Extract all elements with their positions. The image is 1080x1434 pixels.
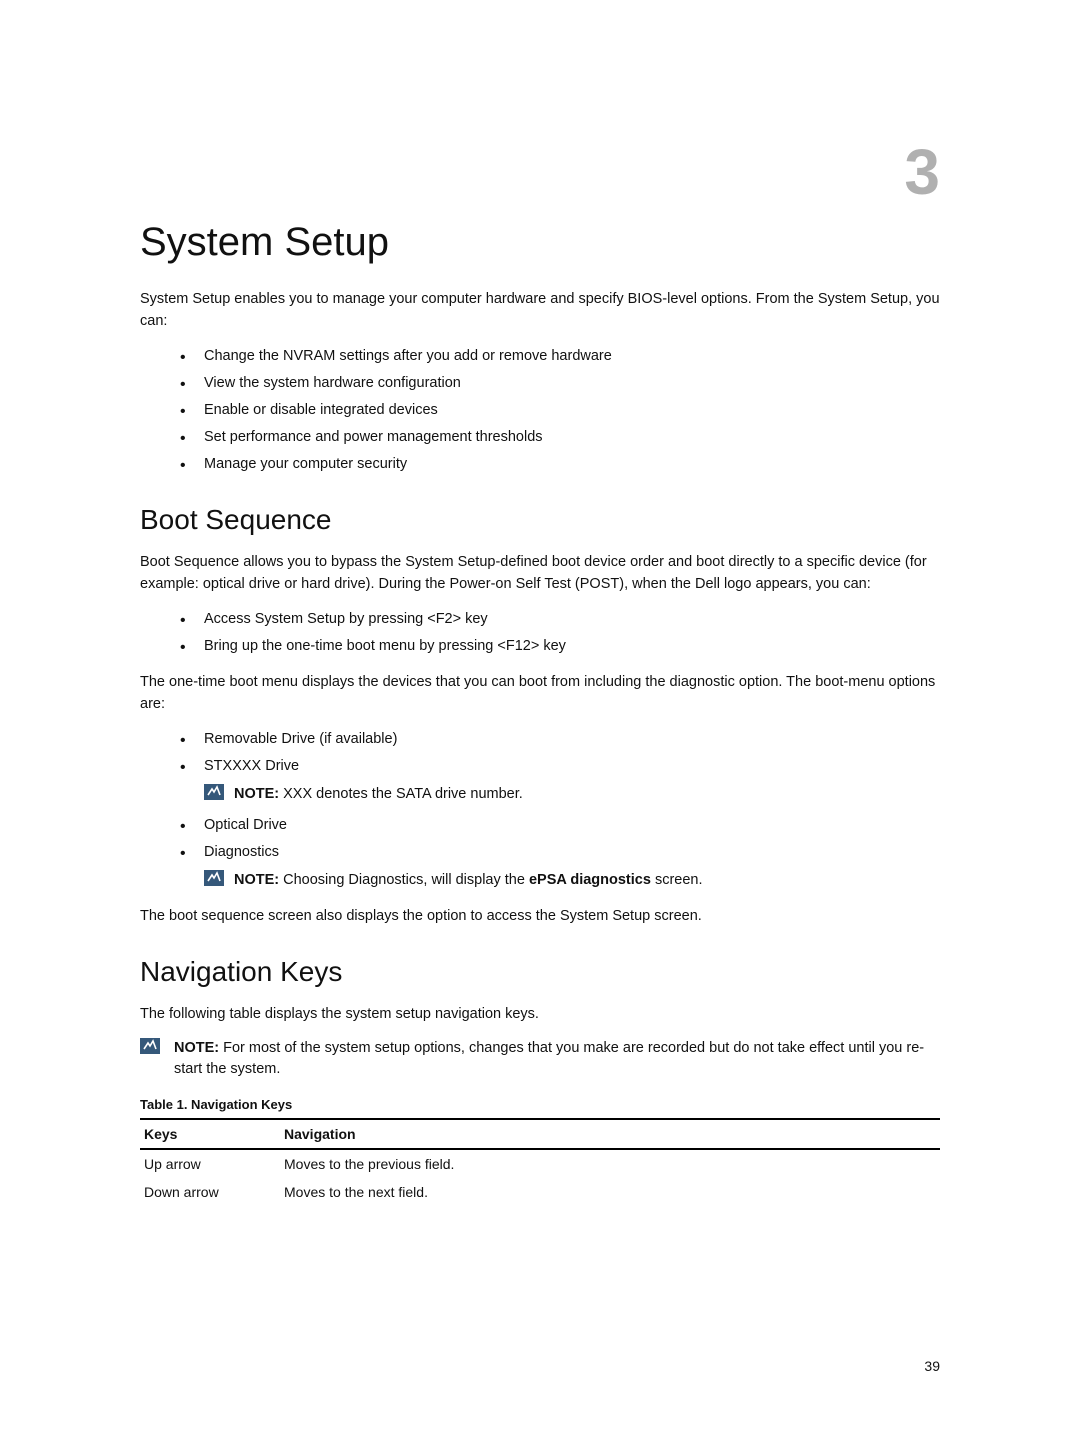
boot-paragraph-2: The one-time boot menu displays the devi…	[140, 672, 940, 716]
intro-bullet-list: Change the NVRAM settings after you add …	[140, 345, 940, 477]
list-item: STXXXX Drive NOTE: XXX denotes the SATA …	[180, 755, 940, 806]
list-item: Change the NVRAM settings after you add …	[180, 345, 940, 368]
intro-paragraph: System Setup enables you to manage your …	[140, 289, 940, 333]
cell-key: Up arrow	[140, 1149, 284, 1178]
table-caption: Table 1. Navigation Keys	[140, 1097, 940, 1112]
list-item-label: STXXXX Drive	[204, 758, 299, 774]
list-item: Removable Drive (if available)	[180, 728, 940, 751]
note-label: NOTE:	[234, 872, 283, 888]
document-page: 3 System Setup System Setup enables you …	[0, 0, 1080, 1434]
boot-sequence-heading: Boot Sequence	[140, 504, 940, 536]
list-item: Set performance and power management thr…	[180, 426, 940, 449]
note-icon	[204, 784, 224, 800]
list-item: View the system hardware configuration	[180, 372, 940, 395]
list-item: Diagnostics NOTE: Choosing Diagnostics, …	[180, 841, 940, 892]
note-icon	[204, 870, 224, 886]
boot-paragraph-3: The boot sequence screen also displays t…	[140, 906, 940, 928]
list-item: Enable or disable integrated devices	[180, 399, 940, 422]
list-item: Manage your computer security	[180, 453, 940, 476]
note-text: NOTE: XXX denotes the SATA drive number.	[234, 784, 523, 806]
table-header-row: Keys Navigation	[140, 1119, 940, 1149]
list-item: Bring up the one-time boot menu by press…	[180, 635, 940, 658]
cell-nav: Moves to the previous field.	[284, 1149, 940, 1178]
note-body: XXX denotes the SATA drive number.	[283, 786, 523, 802]
note-label: NOTE:	[174, 1040, 223, 1056]
note-block: NOTE: XXX denotes the SATA drive number.	[204, 784, 940, 806]
note-text: NOTE: For most of the system setup optio…	[170, 1038, 940, 1082]
table-row: Down arrow Moves to the next field.	[140, 1178, 940, 1206]
page-number: 39	[924, 1358, 940, 1374]
boot-bullet-list-1: Access System Setup by pressing <F2> key…	[140, 608, 940, 658]
cell-key: Down arrow	[140, 1178, 284, 1206]
table-row: Up arrow Moves to the previous field.	[140, 1149, 940, 1178]
note-block: NOTE: Choosing Diagnostics, will display…	[204, 870, 940, 892]
navigation-keys-heading: Navigation Keys	[140, 956, 940, 988]
note-icon	[140, 1038, 160, 1054]
note-label: NOTE:	[234, 786, 283, 802]
list-item-label: Diagnostics	[204, 844, 279, 860]
cell-nav: Moves to the next field.	[284, 1178, 940, 1206]
column-header-navigation: Navigation	[284, 1119, 940, 1149]
boot-paragraph-1: Boot Sequence allows you to bypass the S…	[140, 552, 940, 596]
note-body-post: screen.	[651, 872, 703, 888]
note-body-pre: Choosing Diagnostics, will display the	[283, 872, 529, 888]
note-body: For most of the system setup options, ch…	[174, 1040, 924, 1078]
nav-paragraph: The following table displays the system …	[140, 1004, 940, 1026]
note-block: NOTE: For most of the system setup optio…	[140, 1038, 940, 1082]
boot-bullet-list-2: Removable Drive (if available) STXXXX Dr…	[140, 728, 940, 892]
note-body-strong: ePSA diagnostics	[529, 872, 651, 888]
note-text: NOTE: Choosing Diagnostics, will display…	[234, 870, 703, 892]
navigation-keys-table: Keys Navigation Up arrow Moves to the pr…	[140, 1118, 940, 1206]
column-header-keys: Keys	[140, 1119, 284, 1149]
list-item: Access System Setup by pressing <F2> key	[180, 608, 940, 631]
list-item: Optical Drive	[180, 814, 940, 837]
chapter-number: 3	[904, 140, 940, 204]
page-title: System Setup	[140, 220, 940, 265]
